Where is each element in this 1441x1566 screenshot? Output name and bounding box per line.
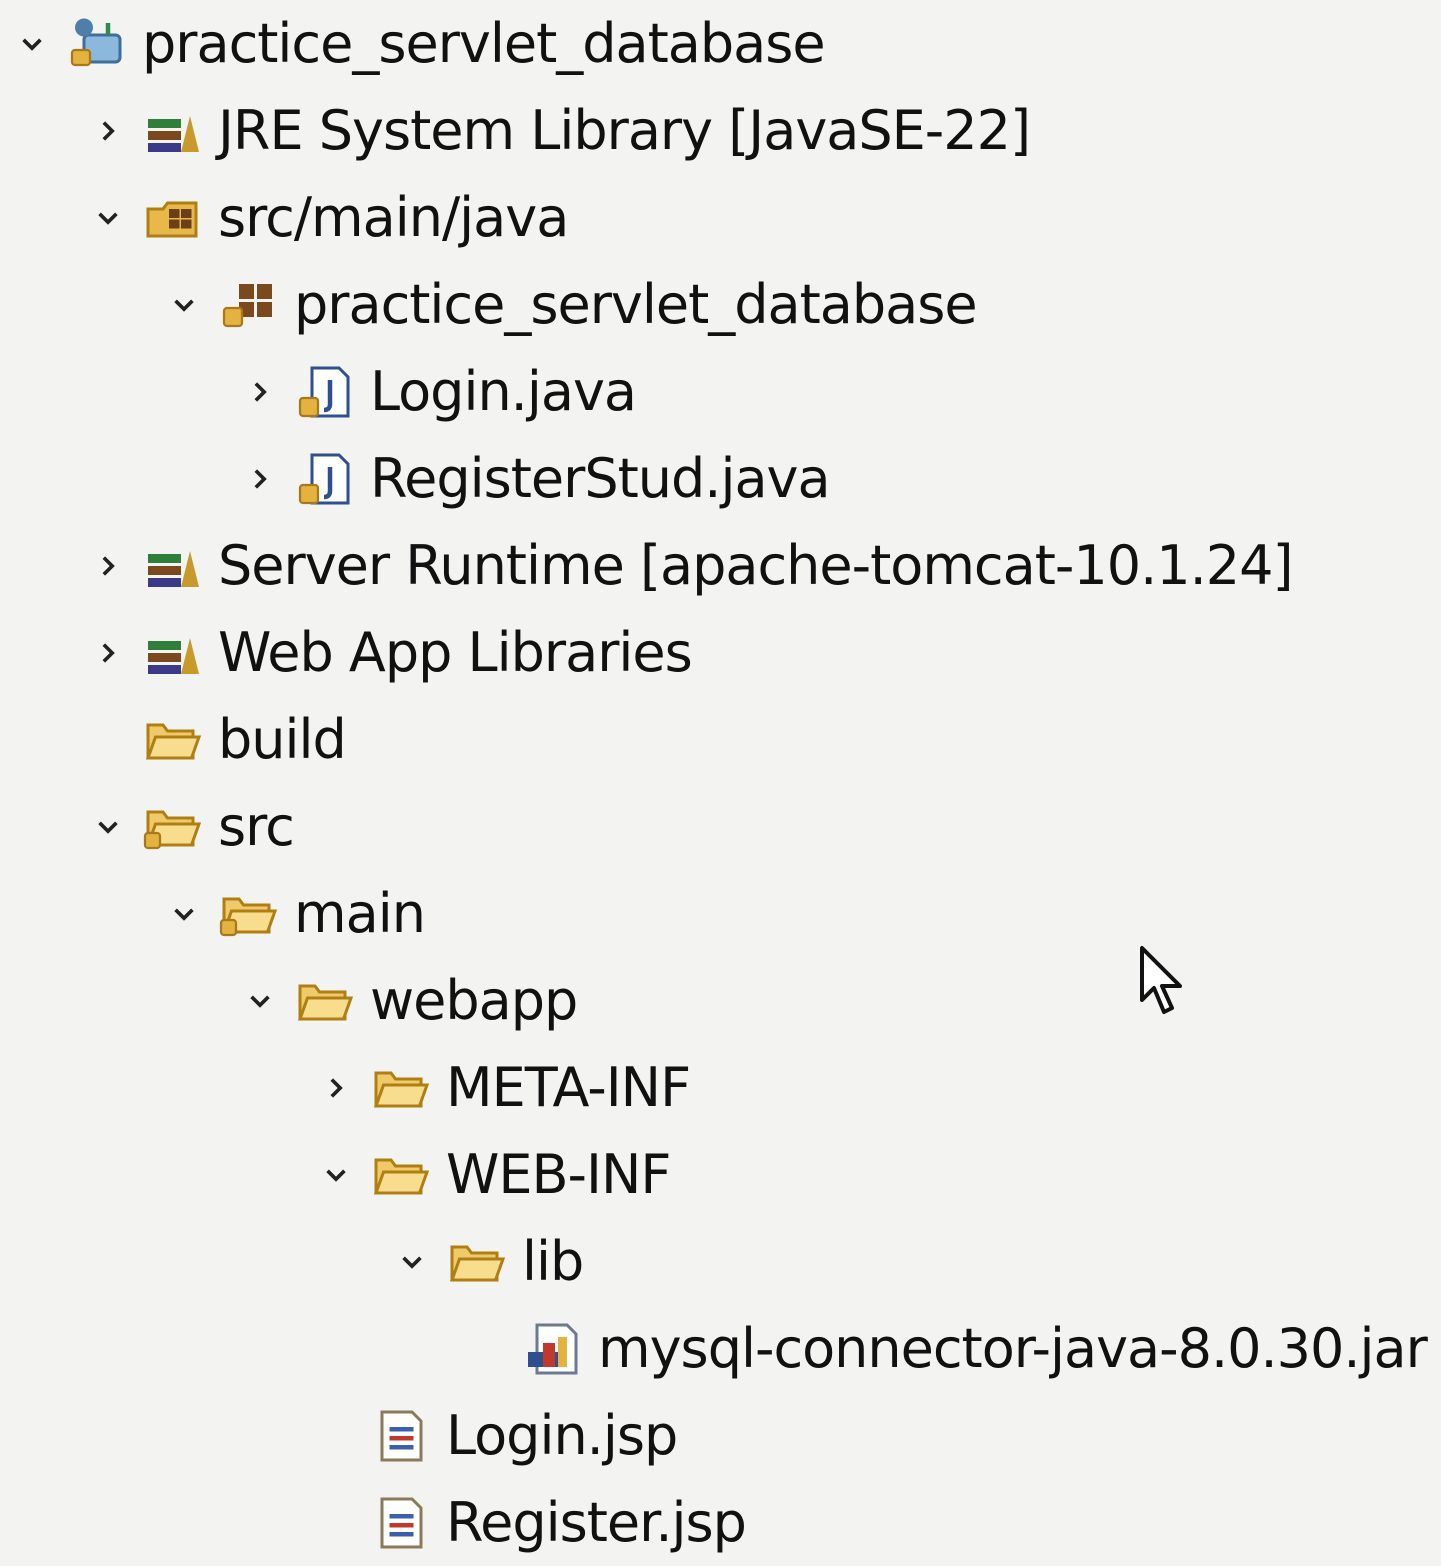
tree-item-label: src/main/java bbox=[218, 186, 569, 249]
jsp-file-icon bbox=[368, 1491, 432, 1555]
tree-item-label: Register.jsp bbox=[446, 1491, 747, 1554]
tree-item-register-jsp[interactable]: Register.jsp bbox=[0, 1479, 1441, 1566]
tree-item-label: Web App Libraries bbox=[218, 621, 693, 684]
mouse-pointer-icon bbox=[1140, 946, 1182, 1014]
folder-icon bbox=[368, 1056, 432, 1120]
tree-item-label: JRE System Library [JavaSE-22] bbox=[218, 99, 1031, 162]
tree-item-main[interactable]: main bbox=[0, 870, 1441, 957]
empty-twisty bbox=[88, 720, 128, 760]
tree-item-label: src bbox=[218, 795, 295, 858]
chevron-down-icon[interactable] bbox=[240, 981, 280, 1021]
chevron-right-icon[interactable] bbox=[88, 546, 128, 586]
tree-item-login-jsp[interactable]: Login.jsp bbox=[0, 1392, 1441, 1479]
tree-item-mysql-connector-jar[interactable]: mysql-connector-java-8.0.30.jar bbox=[0, 1305, 1441, 1392]
tree-item-label: WEB-INF bbox=[446, 1143, 671, 1206]
tree-item-label: Login.jsp bbox=[446, 1404, 678, 1467]
tree-item-build[interactable]: build bbox=[0, 696, 1441, 783]
tree-item-label: Server Runtime [apache-tomcat-10.1.24] bbox=[218, 534, 1294, 597]
empty-twisty bbox=[316, 1503, 356, 1543]
tree-item-project-root[interactable]: practice_servlet_database bbox=[0, 0, 1441, 87]
project-explorer-tree: practice_servlet_database JRE System Lib… bbox=[0, 0, 1441, 1557]
java-file-icon bbox=[292, 360, 356, 424]
folder-icon bbox=[140, 708, 204, 772]
tree-item-web-app-libraries[interactable]: Web App Libraries bbox=[0, 609, 1441, 696]
tree-item-label: RegisterStud.java bbox=[370, 447, 831, 510]
project-icon bbox=[64, 12, 128, 76]
tree-item-label: lib bbox=[522, 1230, 584, 1293]
chevron-right-icon[interactable] bbox=[88, 111, 128, 151]
chevron-down-icon[interactable] bbox=[88, 198, 128, 238]
library-icon bbox=[140, 621, 204, 685]
tree-item-src-main-java[interactable]: src/main/java bbox=[0, 174, 1441, 261]
chevron-right-icon[interactable] bbox=[88, 633, 128, 673]
tree-item-login-java[interactable]: Login.java bbox=[0, 348, 1441, 435]
tree-item-label: main bbox=[294, 882, 426, 945]
tree-item-registerstud-java[interactable]: RegisterStud.java bbox=[0, 435, 1441, 522]
tree-item-label: practice_servlet_database bbox=[142, 12, 826, 75]
library-icon bbox=[140, 534, 204, 598]
chevron-down-icon[interactable] bbox=[88, 807, 128, 847]
tree-item-src[interactable]: src bbox=[0, 783, 1441, 870]
chevron-right-icon[interactable] bbox=[316, 1068, 356, 1108]
tree-item-label: webapp bbox=[370, 969, 578, 1032]
tree-item-label: mysql-connector-java-8.0.30.jar bbox=[598, 1317, 1428, 1380]
tree-item-web-inf[interactable]: WEB-INF bbox=[0, 1131, 1441, 1218]
chevron-right-icon[interactable] bbox=[240, 372, 280, 412]
chevron-down-icon[interactable] bbox=[164, 285, 204, 325]
empty-twisty bbox=[316, 1416, 356, 1456]
folder-icon bbox=[216, 882, 280, 946]
java-file-icon bbox=[292, 447, 356, 511]
tree-item-server-runtime[interactable]: Server Runtime [apache-tomcat-10.1.24] bbox=[0, 522, 1441, 609]
chevron-down-icon[interactable] bbox=[392, 1242, 432, 1282]
tree-item-meta-inf[interactable]: META-INF bbox=[0, 1044, 1441, 1131]
tree-item-label: build bbox=[218, 708, 347, 771]
jsp-file-icon bbox=[368, 1404, 432, 1468]
tree-item-lib[interactable]: lib bbox=[0, 1218, 1441, 1305]
tree-item-jre-system-library[interactable]: JRE System Library [JavaSE-22] bbox=[0, 87, 1441, 174]
library-icon bbox=[140, 99, 204, 163]
chevron-right-icon[interactable] bbox=[240, 459, 280, 499]
tree-item-package[interactable]: practice_servlet_database bbox=[0, 261, 1441, 348]
chevron-down-icon[interactable] bbox=[316, 1155, 356, 1195]
chevron-down-icon[interactable] bbox=[12, 24, 52, 64]
folder-icon bbox=[140, 795, 204, 859]
tree-item-webapp[interactable]: webapp bbox=[0, 957, 1441, 1044]
folder-icon bbox=[292, 969, 356, 1033]
tree-item-label: META-INF bbox=[446, 1056, 691, 1119]
package-icon bbox=[216, 273, 280, 337]
folder-icon bbox=[444, 1230, 508, 1294]
chevron-down-icon[interactable] bbox=[164, 894, 204, 934]
source-folder-icon bbox=[140, 186, 204, 250]
jar-file-icon bbox=[520, 1317, 584, 1381]
empty-twisty bbox=[468, 1329, 508, 1369]
tree-item-label: Login.java bbox=[370, 360, 637, 423]
folder-icon bbox=[368, 1143, 432, 1207]
tree-item-label: practice_servlet_database bbox=[294, 273, 978, 336]
